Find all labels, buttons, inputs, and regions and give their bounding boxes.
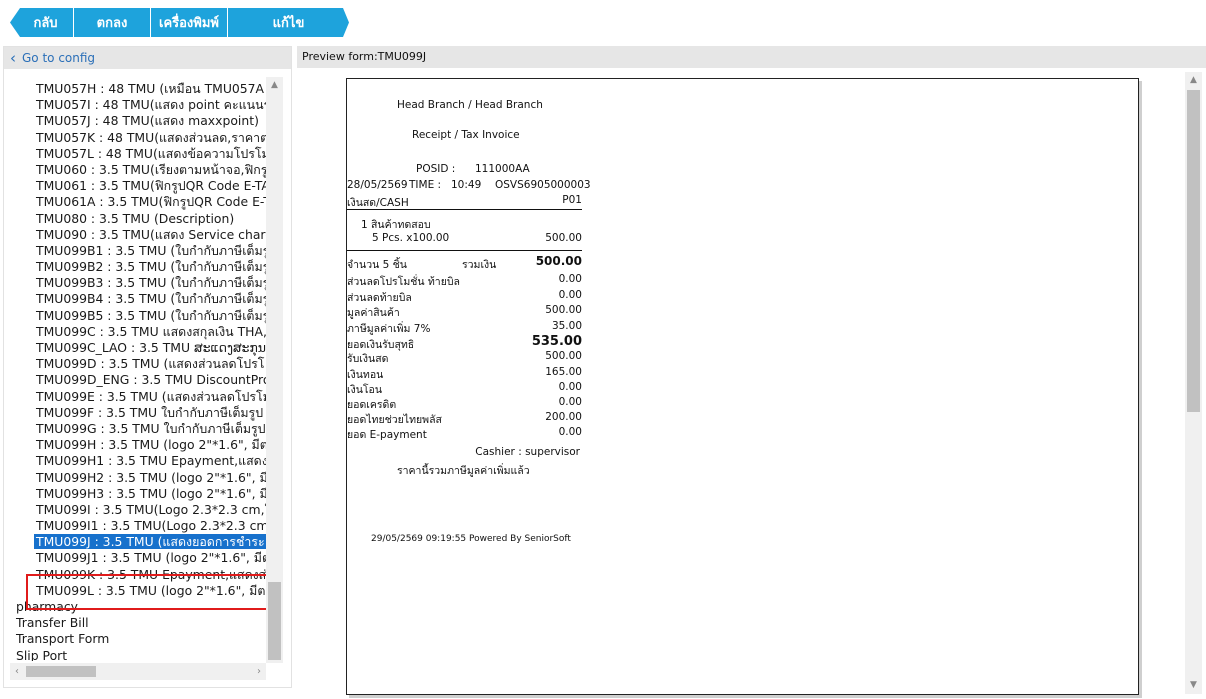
summary-value: 500.00 <box>545 304 582 316</box>
tree-group-slip-port[interactable]: Slip Port <box>4 648 266 661</box>
scroll-left-icon[interactable]: ‹ <box>10 663 24 680</box>
payment-value: 500.00 <box>545 350 582 362</box>
tree-item[interactable]: TMU099D_ENG : 3.5 TMU DiscountPro <box>4 372 266 388</box>
scroll-up-icon[interactable]: ▲ <box>266 77 283 94</box>
branch-name: Head Branch / Head Branch <box>397 99 543 111</box>
payment-value: 0.00 <box>558 381 582 393</box>
sum-label: รวมเงิน <box>462 259 497 271</box>
payment-value: 0.00 <box>558 426 582 438</box>
scrollbar-thumb[interactable] <box>268 582 281 660</box>
tree-item[interactable]: TMU057J : 48 TMU(แสดง maxxpoint) <box>4 113 266 129</box>
tree-item[interactable]: TMU080 : 3.5 TMU (Description) <box>4 211 266 227</box>
divider <box>347 209 582 210</box>
tree-item[interactable]: TMU099B4 : 3.5 TMU (ใบกำกับภาษีเต็มรู <box>4 291 266 307</box>
go-to-config-label: Go to config <box>22 51 96 65</box>
chevron-left-icon: ‹ <box>10 48 16 67</box>
receipt-footer: 29/05/2569 09:19:55 Powered By SeniorSof… <box>371 534 571 544</box>
go-to-config-link[interactable]: ‹ Go to config <box>4 47 291 69</box>
back-button[interactable]: กลับ <box>10 8 74 37</box>
tree-item[interactable]: TMU099B1 : 3.5 TMU (ใบกำกับภาษีเต็มรู <box>4 243 266 259</box>
tree-item[interactable]: TMU061A : 3.5 TMU(ฟิกรูปQR Code E-T <box>4 194 266 210</box>
cashier-name: Cashier : supervisor <box>475 446 580 458</box>
tree-item[interactable]: TMU060 : 3.5 TMU(เรียงตามหน้าจอ,ฟิกรู <box>4 162 266 178</box>
tree-item[interactable]: TMU099H : 3.5 TMU (logo 2"*1.6", มีต <box>4 437 266 453</box>
tree-item[interactable]: TMU099H2 : 3.5 TMU (logo 2"*1.6", มีต <box>4 470 266 486</box>
summary-label: มูลค่าสินค้า <box>347 307 400 319</box>
receipt-paper: Head Branch / Head Branch Receipt / Tax … <box>346 78 1139 695</box>
preview-area: Head Branch / Head Branch Receipt / Tax … <box>297 68 1185 699</box>
tree-item[interactable]: TMU057K : 48 TMU(แสดงส่วนลด,ราคาต <box>4 130 266 146</box>
tree-group-transport-form[interactable]: Transport Form <box>4 631 266 647</box>
pos-code: P01 <box>562 194 582 206</box>
edit-button[interactable]: แก้ไข <box>228 8 349 37</box>
quantity-total-label: จำนวน 5 ชิ้น <box>347 259 407 271</box>
vat-note: ราคานี้รวมภาษีมูลค่าเพิ่มแล้ว <box>397 465 530 477</box>
receipt-time: 10:49 <box>451 179 482 191</box>
payment-value: 0.00 <box>558 396 582 408</box>
tree-item[interactable]: TMU099F : 3.5 TMU ใบกำกับภาษีเต็มรูป <box>4 405 266 421</box>
summary-label: ส่วนลดโปรโมชั่น ท้ายบิล <box>347 276 460 288</box>
tree-item[interactable]: TMU099H1 : 3.5 TMU Epayment,แสดงส <box>4 453 266 469</box>
document-number: OSVS6905000003 <box>495 179 591 191</box>
scrollbar-thumb[interactable] <box>1187 90 1200 412</box>
tree-item[interactable]: TMU057H : 48 TMU (เหมือน TMU057A <box>4 81 266 97</box>
tree-item[interactable]: TMU057L : 48 TMU(แสดงข้อความโปรโม <box>4 146 266 162</box>
tree-group-transfer-bill[interactable]: Transfer Bill <box>4 615 266 631</box>
divider <box>347 250 582 251</box>
receipt-title: Receipt / Tax Invoice <box>412 129 520 141</box>
scroll-down-icon[interactable]: ▼ <box>1185 677 1202 694</box>
ok-button[interactable]: ตกลง <box>74 8 151 37</box>
preview-vertical-scrollbar[interactable]: ▲ ▼ <box>1185 72 1202 694</box>
tree-item[interactable]: TMU090 : 3.5 TMU(แสดง Service charg <box>4 227 266 243</box>
posid-value: 111000AA <box>475 163 530 175</box>
config-tree: TMU057H : 48 TMU (เหมือน TMU057A TMU057I… <box>4 81 266 661</box>
summary-value: 0.00 <box>558 289 582 301</box>
posid-label: POSID : <box>416 163 456 175</box>
time-label: TIME : <box>409 179 442 191</box>
tree-item[interactable]: TMU099E : 3.5 TMU (แสดงส่วนลดโปรโม <box>4 389 266 405</box>
preview-title: Preview form:TMU099J <box>297 46 1206 68</box>
tree-item[interactable]: TMU099B5 : 3.5 TMU (ใบกำกับภาษีเต็มรู <box>4 308 266 324</box>
tree-item[interactable]: TMU099B2 : 3.5 TMU (ใบกำกับภาษีเต็มรู <box>4 259 266 275</box>
payment-label: ยอด E-payment <box>347 429 427 441</box>
tree-item[interactable]: TMU099I : 3.5 TMU(Logo 2.3*2.3 cm,ใ <box>4 502 266 518</box>
tree-item[interactable]: TMU099I1 : 3.5 TMU(Logo 2.3*2.3 cm <box>4 518 266 534</box>
scroll-right-icon[interactable]: › <box>252 663 266 680</box>
receipt-date: 28/05/2569 <box>347 179 408 191</box>
scroll-up-icon[interactable]: ▲ <box>1185 72 1202 89</box>
tree-item[interactable]: TMU099B3 : 3.5 TMU (ใบกำกับภาษีเต็มรู <box>4 275 266 291</box>
tree-item[interactable]: TMU099D : 3.5 TMU (แสดงส่วนลดโปรโ <box>4 356 266 372</box>
scrollbar-thumb[interactable] <box>26 666 96 677</box>
tree-vertical-scrollbar[interactable]: ▲ <box>266 77 283 663</box>
toolbar: กลับ ตกลง เครื่องพิมพ์ แก้ไข <box>10 8 349 37</box>
tree-group-pharmacy[interactable]: pharmacy <box>4 599 266 615</box>
summary-value: 35.00 <box>551 320 582 332</box>
item-total: 500.00 <box>545 232 582 244</box>
item-quantity: 5 Pcs. x100.00 <box>372 232 450 244</box>
payment-value: 165.00 <box>545 366 582 378</box>
tree-item[interactable]: TMU099G : 3.5 TMU ใบกำกับภาษีเต็มรูป <box>4 421 266 437</box>
tree-item[interactable]: TMU099K : 3.5 TMU Epayment,แสดงส่ <box>4 567 266 583</box>
tree-item[interactable]: TMU061 : 3.5 TMU(ฟิกรูปQR Code E-TA <box>4 178 266 194</box>
tree-item[interactable]: TMU099H3 : 3.5 TMU (logo 2"*1.6", มีต <box>4 486 266 502</box>
tree-item[interactable]: TMU099J1 : 3.5 TMU (logo 2"*1.6", มีต <box>4 550 266 566</box>
tree-item[interactable]: TMU099C_LAO : 3.5 TMU ສະແດງສະກຸນເງ <box>4 340 266 356</box>
config-tree-panel: ‹ Go to config TMU057H : 48 TMU (เหมือน … <box>3 46 292 688</box>
app-window: กลับ ตกลง เครื่องพิมพ์ แก้ไข ‹ Go to con… <box>0 0 1206 699</box>
tree-item[interactable]: TMU099C : 3.5 TMU แสดงสกุลเงิน THA, <box>4 324 266 340</box>
tree-item-selected[interactable]: TMU099J : 3.5 TMU (แสดงยอดการชำระ <box>4 534 266 550</box>
summary-value: 0.00 <box>558 273 582 285</box>
tree-item[interactable]: TMU057I : 48 TMU(แสดง point คะแนนร <box>4 97 266 113</box>
net-total-value: 535.00 <box>531 334 582 349</box>
item-name: 1 สินค้าทดสอบ <box>361 219 431 231</box>
sum-value: 500.00 <box>535 254 582 268</box>
printer-button[interactable]: เครื่องพิมพ์ <box>151 8 228 37</box>
tree-horizontal-scrollbar[interactable]: ‹ › <box>10 663 266 680</box>
payment-label: รับเงินสด <box>347 353 389 365</box>
summary-label: ภาษีมูลค่าเพิ่ม 7% <box>347 323 431 335</box>
tree-item[interactable]: TMU099L : 3.5 TMU (logo 2"*1.6", มีต <box>4 583 266 599</box>
payment-value: 200.00 <box>545 411 582 423</box>
